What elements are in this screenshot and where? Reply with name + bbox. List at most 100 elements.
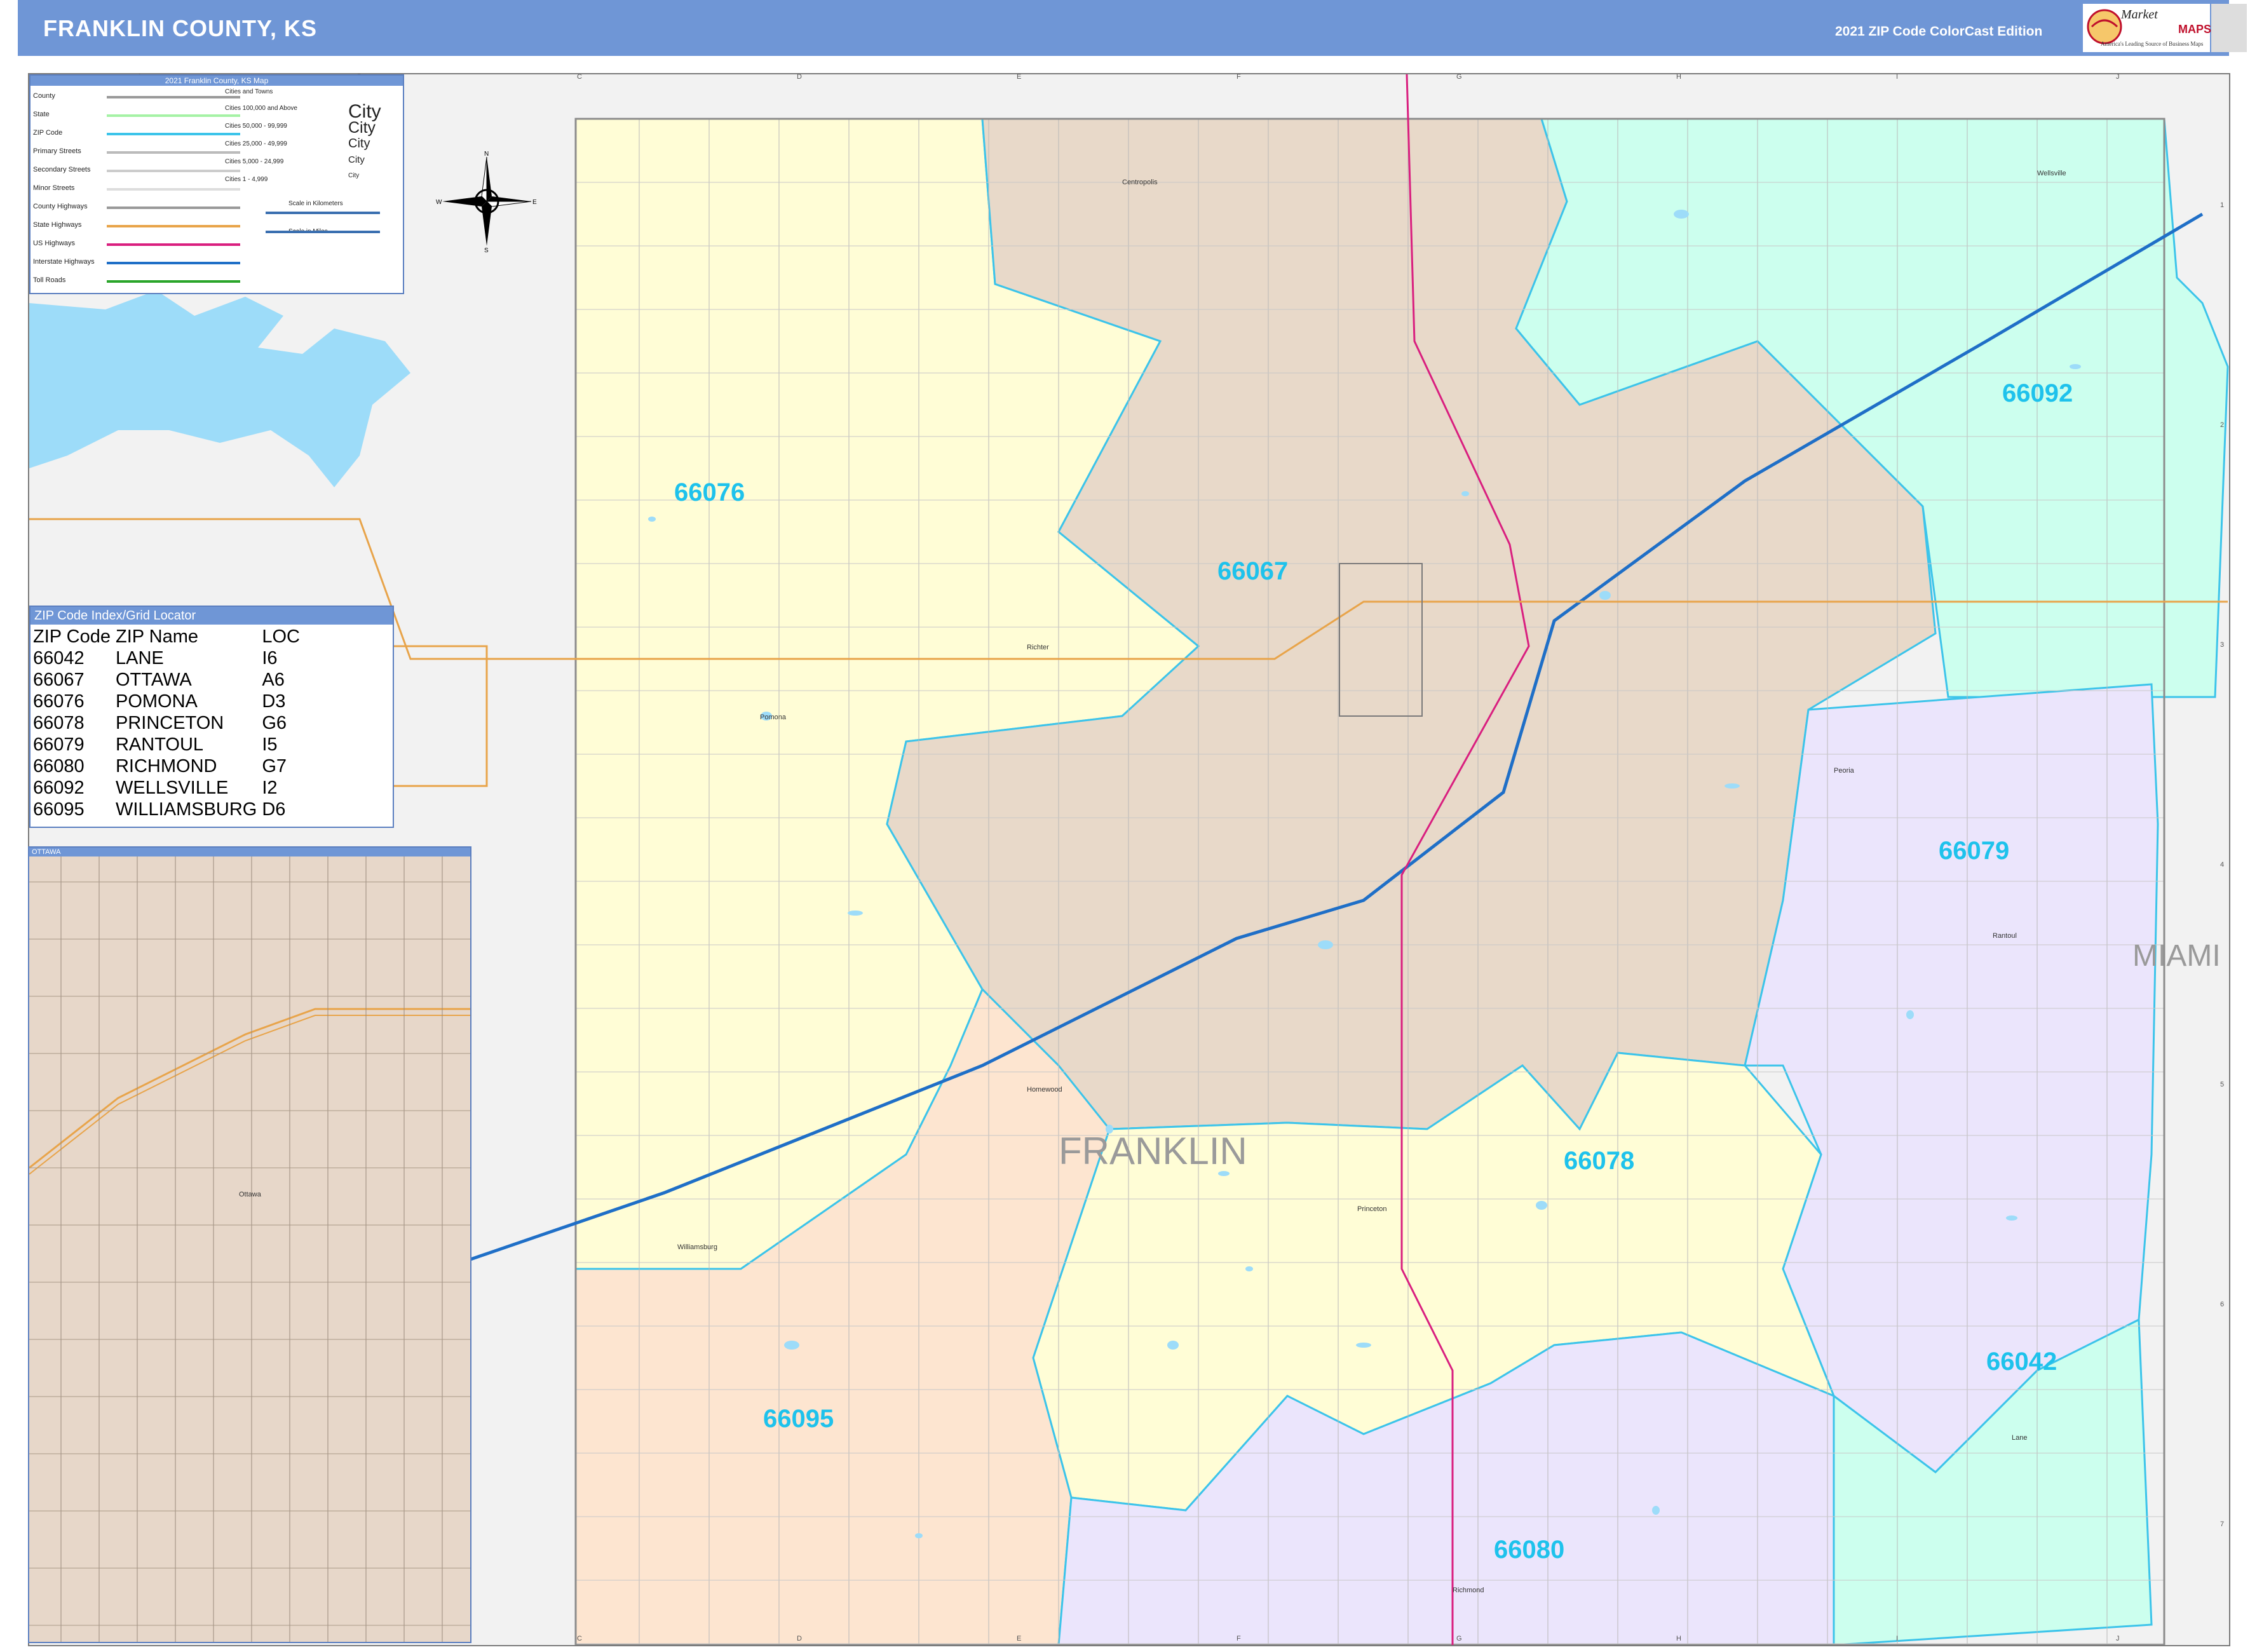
- zip-code-cell: 66076: [33, 691, 85, 712]
- zip-index-row[interactable]: 66076 POMONA D3: [32, 691, 304, 712]
- legend-swatch: [107, 96, 240, 98]
- legend-item: State Highways: [33, 221, 82, 229]
- lake: [29, 290, 410, 487]
- town-label: Pomona: [760, 714, 786, 721]
- zip-label-66095: 66095: [763, 1405, 834, 1433]
- legend-swatch: [107, 151, 240, 154]
- grid-letter: C: [577, 73, 582, 81]
- legend-swatch: [107, 262, 240, 264]
- svg-text:N: N: [484, 151, 489, 158]
- legend-swatch: [107, 114, 240, 117]
- grid-letter: D: [797, 1635, 802, 1642]
- zip-label-66080: 66080: [1494, 1536, 1565, 1564]
- zip-index-row[interactable]: 66080 RICHMOND G7: [32, 755, 304, 777]
- legend-item: Minor Streets: [33, 184, 75, 192]
- edition-label: 2021 ZIP Code ColorCast Edition: [1835, 24, 2043, 39]
- zip-code-cell: 66080: [33, 756, 85, 776]
- grid-number: 4: [2220, 861, 2225, 869]
- zip-label-66079: 66079: [1939, 837, 2010, 865]
- grid-letter: H: [1676, 73, 1681, 81]
- legend-swatch: [107, 188, 240, 191]
- zip-label-66042: 66042: [1986, 1348, 2057, 1376]
- city-class-label: Cities 50,000 - 99,999: [225, 123, 287, 130]
- legend-swatch: [107, 207, 240, 209]
- pond: [1245, 1266, 1253, 1271]
- pond: [1652, 1506, 1660, 1515]
- legend-item: State: [33, 111, 50, 118]
- grid-letter: J: [2116, 1635, 2120, 1642]
- legend-swatch: [107, 243, 240, 246]
- loc-cell: A6: [262, 670, 285, 690]
- town-label: Peoria: [1834, 767, 1854, 775]
- zip-index-title: ZIP Code Index/Grid Locator: [30, 607, 393, 625]
- legend-swatch: [107, 133, 240, 135]
- svg-text:S: S: [484, 247, 489, 252]
- ottawa-inset-map[interactable]: OTTAWA Ottawa: [28, 846, 471, 1643]
- pond: [648, 517, 656, 522]
- zip-index-row[interactable]: 66092 WELLSVILLE I2: [32, 777, 304, 799]
- zip-index-row[interactable]: 66042 LANE I6: [32, 647, 304, 669]
- city-size-sample: City: [348, 119, 376, 137]
- city-class-label: Cities 5,000 - 24,999: [225, 158, 284, 165]
- zip-code-cell: 66078: [33, 713, 85, 733]
- city-size-sample: City: [348, 137, 370, 151]
- town-label: Wellsville: [2037, 170, 2066, 177]
- grid-letter: J: [2116, 73, 2120, 81]
- zip-code-cell: 66095: [33, 799, 85, 820]
- inset-title: OTTAWA: [29, 848, 470, 856]
- zip-index-body: 66042 LANE I6 66067 OTTAWA A6 66076 POMONA D3 660…: [32, 647, 304, 820]
- zip-index-row[interactable]: 66067 OTTAWA A6: [32, 669, 304, 691]
- zip-name-header: ZIP Name: [115, 626, 198, 647]
- legend-item: County Highways: [33, 203, 88, 210]
- zip-label-66076: 66076: [674, 478, 745, 506]
- legend-swatch: [107, 225, 240, 227]
- town-label: Williamsburg: [677, 1243, 717, 1251]
- logo-maps-text: MAPS: [2178, 23, 2212, 36]
- grid-letter: I: [1896, 73, 1899, 81]
- grid-letter: H: [1676, 1635, 1681, 1642]
- legend-item: Secondary Streets: [33, 166, 91, 173]
- loc-cell: G7: [262, 756, 287, 776]
- loc-cell: I2: [262, 778, 278, 798]
- loc-cell: D6: [262, 799, 286, 820]
- legend-item: ZIP Code: [33, 129, 63, 137]
- town-label: Homewood: [1027, 1086, 1062, 1093]
- inset-roads: [29, 856, 470, 1642]
- grid-letter: F: [1237, 1635, 1241, 1642]
- zip-index-row[interactable]: 66095 WILLIAMSBURG D6: [32, 799, 304, 820]
- zip-name-cell: LANE: [115, 648, 164, 668]
- zip-index-row[interactable]: 66079 RANTOUL I5: [32, 734, 304, 755]
- grid-number: 6: [2220, 1301, 2225, 1308]
- map-title: FRANKLIN COUNTY, KS: [43, 15, 317, 41]
- header-bar: FRANKLIN COUNTY, KS 2021 ZIP Code ColorC…: [18, 0, 2247, 56]
- city-size-sample: City: [348, 172, 360, 179]
- zip-index-table: ZIP Code ZIP Name LOC 66042 LANE I6 66067 OT…: [32, 626, 304, 820]
- grid-letter: D: [797, 73, 802, 81]
- grid-letter: G: [1456, 73, 1462, 81]
- logo-contact-box: [2211, 4, 2247, 52]
- county-label: FRANKLIN: [1059, 1130, 1247, 1172]
- zip-code-header: ZIP Code: [33, 626, 111, 647]
- zip-label-66092: 66092: [2002, 379, 2073, 407]
- zip-code-cell: 66079: [33, 735, 85, 755]
- cities-title: Cities and Towns: [225, 88, 273, 95]
- svg-text:E: E: [532, 199, 537, 206]
- market-maps-logo[interactable]: Market MAPS America's Leading Source of …: [2083, 4, 2212, 52]
- zip-name-cell: RANTOUL: [115, 735, 204, 755]
- grid-number: 5: [2220, 1081, 2225, 1088]
- grid-letter: C: [577, 1635, 582, 1642]
- loc-cell: I5: [262, 735, 278, 755]
- globe-icon: [2087, 9, 2122, 44]
- zip-index-row[interactable]: 66078 PRINCETON G6: [32, 712, 304, 734]
- zip-name-cell: WILLIAMSBURG: [115, 799, 257, 820]
- legend-swatch: [107, 280, 240, 283]
- legend-item: Primary Streets: [33, 147, 81, 155]
- grid-letter: G: [1456, 1635, 1462, 1642]
- grid-number: 7: [2220, 1520, 2225, 1528]
- loc-header: LOC: [262, 626, 300, 647]
- legend-item: Toll Roads: [33, 276, 66, 284]
- zip-label-66078: 66078: [1564, 1147, 1635, 1175]
- grid-letter: E: [1017, 1635, 1022, 1642]
- pond: [2070, 364, 2081, 369]
- pond: [784, 1341, 799, 1350]
